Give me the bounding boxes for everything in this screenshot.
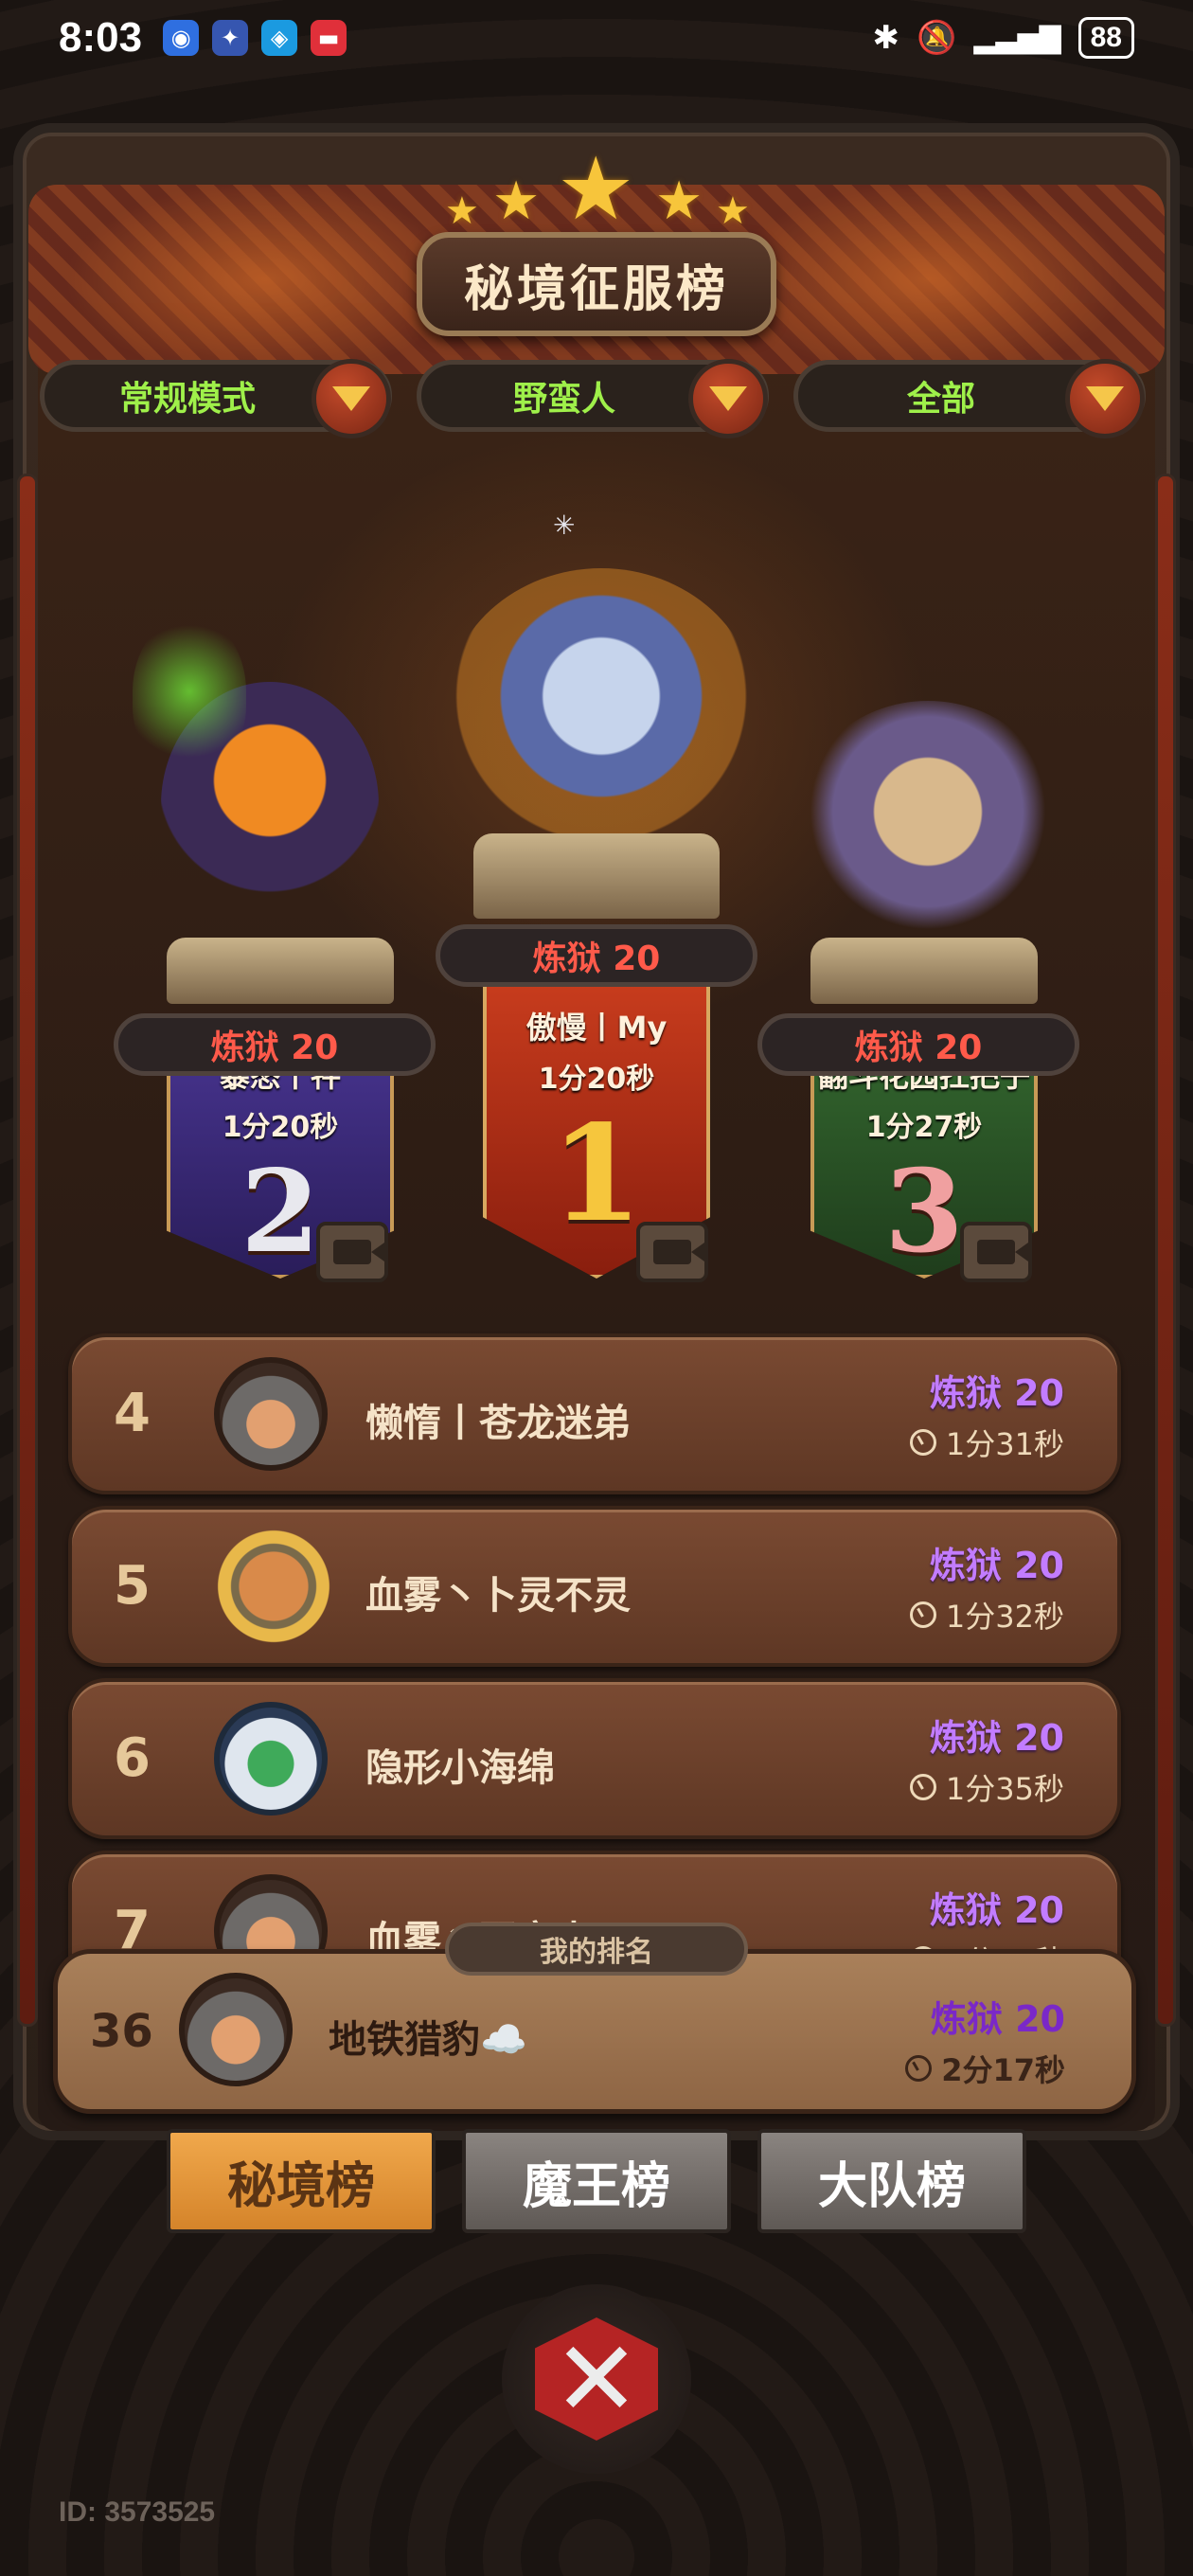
clock-icon xyxy=(909,1601,936,1628)
row-time-value: 1分31秒 xyxy=(945,1426,1064,1462)
game-notification-icon: ✦ xyxy=(212,20,249,56)
star-icon: ★ xyxy=(557,138,635,240)
video-notification-icon: ▬ xyxy=(311,20,347,56)
avatar xyxy=(214,1357,328,1471)
scope-dropdown[interactable]: 全部 xyxy=(793,359,1146,438)
second-level-pill: 炼狱 20 xyxy=(114,1013,436,1076)
first-place-character xyxy=(445,568,757,852)
row-time: 1分32秒 xyxy=(909,1593,1064,1637)
third-player-time: 1分27秒 xyxy=(865,1111,983,1144)
clock-icon xyxy=(905,2055,933,2082)
row-level: 炼狱 20 xyxy=(929,1372,1064,1414)
chevron-down-icon[interactable] xyxy=(312,359,391,438)
status-time: 8:03 xyxy=(59,14,143,61)
star-icon: ★ xyxy=(492,170,541,232)
my-level: 炼狱 20 xyxy=(930,1998,1065,2040)
my-avatar xyxy=(179,1973,293,2086)
list-item[interactable]: 4 懒惰丨苍龙迷弟 炼狱 20 1分31秒 xyxy=(68,1333,1121,1494)
class-dropdown[interactable]: 野蛮人 xyxy=(417,359,769,438)
right-side-bar xyxy=(1155,474,1176,2027)
astronaut-avatar xyxy=(214,1702,328,1816)
app-notification-icon: ◉ xyxy=(163,20,200,56)
sun-frame-avatar xyxy=(203,1515,345,1657)
chevron-down-icon[interactable] xyxy=(688,359,768,438)
page-title: 秘境征服榜 xyxy=(463,260,729,318)
row-level: 炼狱 20 xyxy=(929,1889,1064,1931)
star-icon: ★ xyxy=(445,189,479,233)
third-rank-number: 3 xyxy=(884,1145,964,1279)
my-time-value: 2分17秒 xyxy=(941,2052,1065,2088)
row-rank: 6 xyxy=(114,1727,151,1789)
star-icon: ★ xyxy=(655,170,703,232)
my-rank-number: 36 xyxy=(90,2005,153,2058)
green-flame-effect xyxy=(133,616,246,767)
status-bar: 8:03 ◉ ✦ ◈ ▬ ✱ 🔕 ▂▃▅▇ 88 xyxy=(0,0,1193,76)
third-place-character xyxy=(795,701,1060,947)
chevron-down-icon[interactable] xyxy=(1065,359,1145,438)
video-camera-icon xyxy=(653,1240,704,1264)
battery-icon: 88 xyxy=(1077,17,1134,59)
row-player-name: 懒惰丨苍龙迷弟 xyxy=(365,1402,631,1445)
my-time: 2分17秒 xyxy=(905,2047,1065,2090)
notification-icons: ◉ ✦ ◈ ▬ xyxy=(163,20,347,56)
third-replay-button[interactable] xyxy=(960,1222,1032,1282)
star-icon: ★ xyxy=(716,189,750,233)
bluetooth-icon: ✱ xyxy=(872,19,899,57)
third-pedestal xyxy=(810,938,1038,1004)
clock-icon xyxy=(909,1429,936,1456)
row-level: 炼狱 20 xyxy=(929,1545,1064,1586)
tab-demon-king[interactable]: 魔王榜 xyxy=(462,2129,731,2233)
first-player-name: 傲慢丨My xyxy=(525,1010,668,1046)
left-side-bar xyxy=(17,474,38,2027)
second-pedestal xyxy=(167,938,394,1004)
row-level: 炼狱 20 xyxy=(929,1717,1064,1759)
row-time-value: 1分35秒 xyxy=(945,1771,1064,1807)
title-plate: 秘境征服榜 xyxy=(417,232,776,336)
browser-notification-icon: ◈ xyxy=(261,20,298,56)
close-button[interactable]: ✕ xyxy=(502,2284,691,2474)
first-rank-number: 1 xyxy=(550,1097,643,1252)
row-player-name: 血雾丶卜灵不灵 xyxy=(365,1574,631,1618)
second-rank-number: 2 xyxy=(240,1145,320,1279)
first-player-time: 1分20秒 xyxy=(538,1063,655,1096)
first-replay-button[interactable] xyxy=(636,1222,708,1282)
clock-icon xyxy=(909,1774,936,1800)
list-item[interactable]: 6 隐形小海绵 炼狱 20 1分35秒 xyxy=(68,1678,1121,1839)
row-player-name: 隐形小海绵 xyxy=(365,1746,555,1790)
row-time-value: 1分32秒 xyxy=(945,1599,1064,1635)
player-id: ID: 3573525 xyxy=(59,2496,216,2528)
row-rank: 5 xyxy=(114,1555,151,1617)
second-player-time: 1分20秒 xyxy=(222,1111,339,1144)
sparkle-icon: ✳ xyxy=(553,510,576,541)
row-time: 1分31秒 xyxy=(909,1421,1064,1464)
first-level-pill: 炼狱 20 xyxy=(436,924,757,987)
third-level-pill: 炼狱 20 xyxy=(757,1013,1079,1076)
mute-icon: 🔕 xyxy=(916,19,957,57)
video-camera-icon xyxy=(977,1240,1028,1264)
first-pedestal xyxy=(473,833,720,919)
my-rank-tag: 我的排名 xyxy=(445,1923,748,1976)
tab-secret-realm[interactable]: 秘境榜 xyxy=(167,2129,436,2233)
rating-stars: ★ ★ ★ ★ ★ xyxy=(445,138,750,240)
row-time: 1分35秒 xyxy=(909,1765,1064,1809)
filter-bar: 常规模式 野蛮人 全部 xyxy=(40,359,1157,438)
video-camera-icon xyxy=(333,1240,384,1264)
row-rank: 4 xyxy=(114,1383,151,1444)
signal-icon: ▂▃▅▇ xyxy=(973,21,1061,55)
second-replay-button[interactable] xyxy=(316,1222,388,1282)
list-item[interactable]: 5 血雾丶卜灵不灵 炼狱 20 1分32秒 xyxy=(68,1506,1121,1667)
close-icon: ✕ xyxy=(535,2317,658,2441)
tab-team[interactable]: 大队榜 xyxy=(757,2129,1026,2233)
my-player-name: 地铁猎豹☁️ xyxy=(329,2018,527,2062)
mode-dropdown[interactable]: 常规模式 xyxy=(40,359,392,438)
